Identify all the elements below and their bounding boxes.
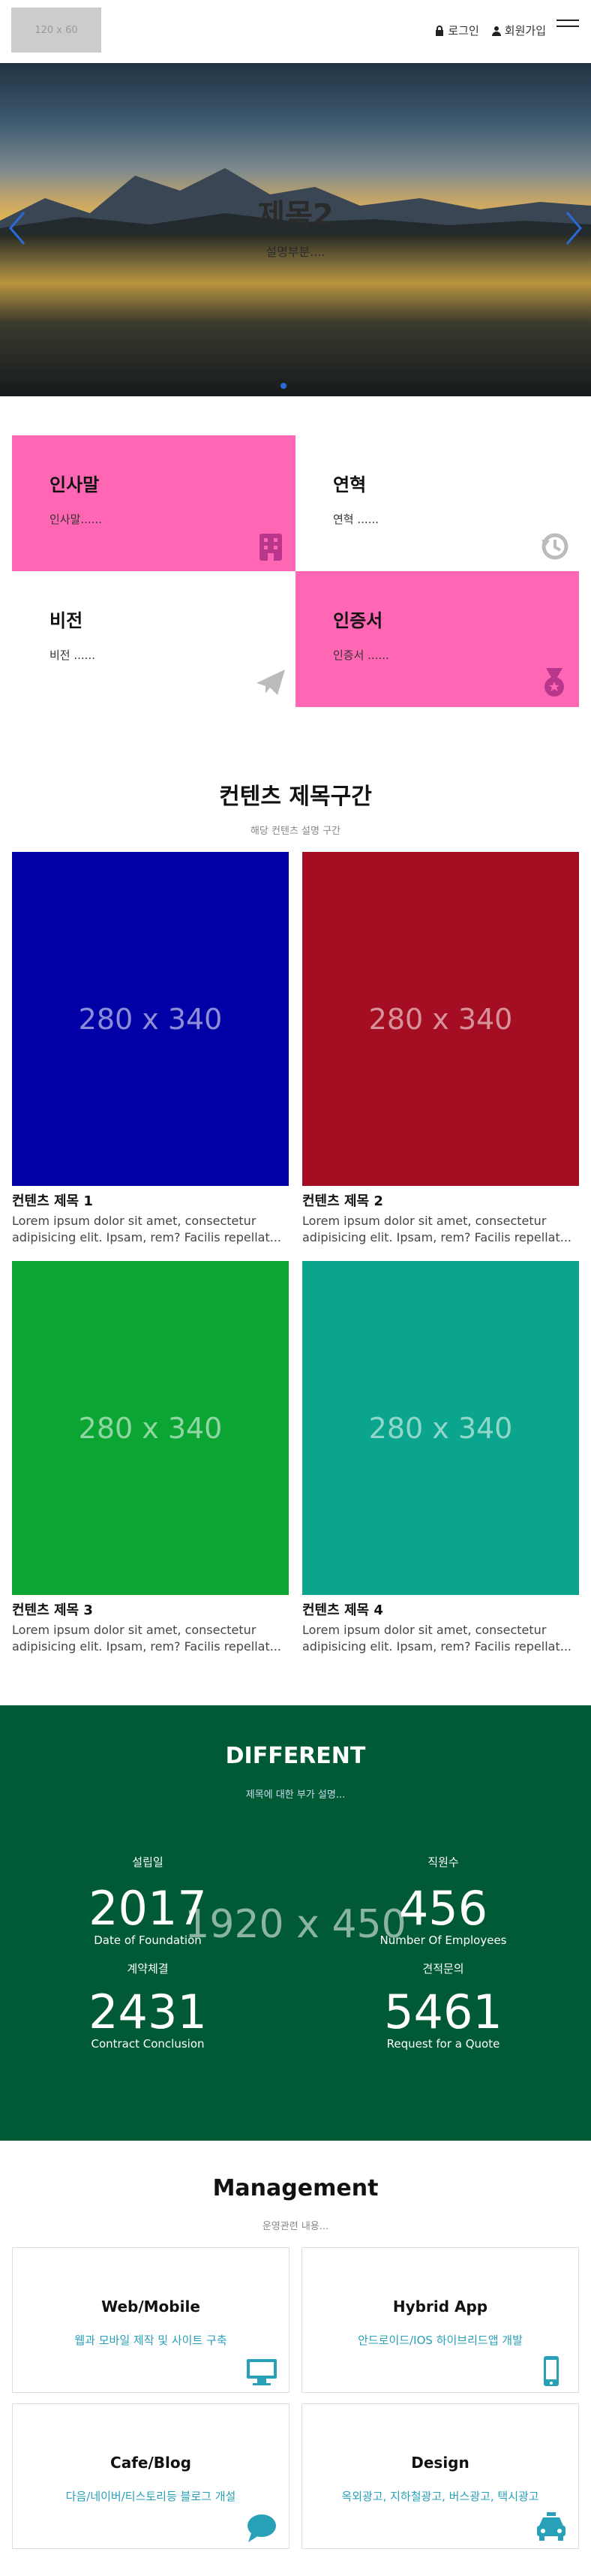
feature-desc: 연혁 ...... (333, 513, 379, 526)
service-title: Cafe/Blog (110, 2454, 191, 2472)
hero-subtitle: 설명부분.... (266, 245, 326, 259)
feature-desc: 비전 ...... (50, 649, 95, 662)
contents-title: 컨텐츠 제목구간 (219, 784, 372, 810)
stat-employees: 직원수 456 Number Of Employees (296, 1854, 591, 1948)
content-card-3[interactable]: 280 x 340 컨텐츠 제목 3 Lorem ipsum dolor sit… (12, 1261, 289, 1655)
stat-label: Number Of Employees (380, 1934, 507, 1947)
service-desc: 옥외광고, 지하철광고, 버스광고, 택시광고 (341, 2490, 539, 2503)
login-link[interactable]: 로그인 (434, 23, 479, 38)
history-icon (542, 533, 568, 560)
medal-icon (544, 668, 564, 697)
logo-placeholder[interactable]: 120 x 60 (11, 8, 101, 53)
feature-certificate[interactable]: 인증서 인증서 ...... (296, 571, 579, 707)
stat-number: 2017 (88, 1881, 207, 1936)
feature-vision[interactable]: 비전 비전 ...... (12, 571, 296, 707)
stat-number: 5461 (384, 1985, 502, 2039)
service-hybrid-app[interactable]: Hybrid App 안드로이드/IOS 하이브리드앱 개발 (302, 2247, 579, 2393)
stat-label: Request for a Quote (386, 2037, 500, 2051)
stat-quote: 견적문의 5461 Request for a Quote (296, 1961, 591, 2051)
feature-desc: 인사말...... (50, 513, 103, 526)
login-label: 로그인 (448, 24, 479, 38)
signup-link[interactable]: 회원가입 (491, 23, 546, 38)
different-title: DIFFERENT (225, 1743, 366, 1769)
card-image-placeholder: 280 x 340 (12, 852, 289, 1186)
feature-history[interactable]: 연혁 연혁 ...... (296, 435, 579, 571)
building-icon (260, 534, 282, 561)
card-text: Lorem ipsum dolor sit amet, consectetur … (302, 1214, 572, 1244)
slider-dot-active[interactable] (280, 383, 286, 389)
card-image-placeholder: 280 x 340 (302, 1261, 579, 1595)
contents-subtitle: 해당 컨텐츠 설명 구간 (250, 826, 341, 837)
hamburger-menu-icon[interactable] (556, 20, 579, 35)
card-title: 컨텐츠 제목 4 (302, 1602, 383, 1618)
stat-number: 456 (398, 1881, 488, 1936)
lock-icon (436, 25, 444, 36)
mobile-icon (544, 2356, 559, 2386)
stat-label: Contract Conclusion (91, 2037, 205, 2051)
card-title: 컨텐츠 제목 3 (12, 1602, 93, 1618)
feature-title: 연혁 (333, 474, 367, 495)
chevron-left-icon[interactable] (6, 209, 28, 247)
stat-number: 2431 (88, 1985, 207, 2039)
service-desc: 안드로이드/IOS 하이브리드앱 개발 (358, 2334, 523, 2347)
service-web-mobile[interactable]: Web/Mobile 웹과 모바일 제작 및 사이트 구축 (12, 2247, 290, 2393)
service-title: Design (411, 2454, 470, 2472)
chevron-right-icon[interactable] (562, 209, 585, 247)
management-title: Management (212, 2175, 379, 2201)
stat-foundation: 설립일 2017 Date of Foundation (0, 1854, 296, 1948)
card-text: Lorem ipsum dolor sit amet, consectetur … (12, 1214, 281, 1244)
stat-caption: 설립일 (132, 1855, 164, 1869)
stat-caption: 계약체결 (127, 1962, 169, 1976)
feature-grid: 인사말 인사말...... 연혁 연혁 ...... 비전 비전 ...... … (12, 435, 579, 707)
stat-caption: 직원수 (428, 1855, 459, 1869)
management-subtitle: 운영관련 내용... (262, 2221, 329, 2232)
taxi-icon (537, 2512, 566, 2541)
different-subtitle: 제목에 대한 부가 설명... (245, 1789, 346, 1801)
feature-title: 인사말 (50, 474, 100, 495)
feature-greeting[interactable]: 인사말 인사말...... (12, 435, 296, 571)
stat-caption: 견적문의 (422, 1962, 464, 1976)
top-nav: 로그인 회원가입 (434, 23, 546, 38)
service-design[interactable]: Design 옥외광고, 지하철광고, 버스광고, 택시광고 (302, 2403, 579, 2549)
different-section: 1920 x 450 DIFFERENT 제목에 대한 부가 설명... 설립일… (0, 1705, 591, 2141)
hero-title: 제목2 (257, 198, 334, 233)
stat-contract: 계약체결 2431 Contract Conclusion (0, 1961, 296, 2051)
desktop-icon (247, 2359, 277, 2385)
feature-desc: 인증서 ...... (333, 649, 389, 662)
card-image-placeholder: 280 x 340 (12, 1261, 289, 1595)
card-image-placeholder: 280 x 340 (302, 852, 579, 1186)
signup-label: 회원가입 (504, 24, 546, 38)
feature-title: 인증서 (333, 610, 383, 631)
hero-slider: 제목2 설명부분.... (0, 63, 591, 396)
card-text: Lorem ipsum dolor sit amet, consectetur … (12, 1623, 281, 1654)
service-title: Web/Mobile (101, 2298, 200, 2316)
content-card-2[interactable]: 280 x 340 컨텐츠 제목 2 Lorem ipsum dolor sit… (302, 852, 579, 1246)
stat-label: Date of Foundation (94, 1934, 202, 1947)
feature-title: 비전 (50, 610, 83, 631)
card-title: 컨텐츠 제목 2 (302, 1193, 383, 1209)
site-header: 120 x 60 로그인 회원가입 (0, 0, 591, 63)
paper-plane-icon (256, 670, 285, 695)
user-icon (491, 26, 501, 36)
content-card-4[interactable]: 280 x 340 컨텐츠 제목 4 Lorem ipsum dolor sit… (302, 1261, 579, 1655)
card-title: 컨텐츠 제목 1 (12, 1193, 93, 1209)
card-text: Lorem ipsum dolor sit amet, consectetur … (302, 1623, 572, 1654)
chat-icon (248, 2514, 276, 2542)
service-desc: 웹과 모바일 제작 및 사이트 구축 (74, 2334, 227, 2347)
service-cafe-blog[interactable]: Cafe/Blog 다음/네이버/티스토리등 블로그 개설 (12, 2403, 290, 2549)
content-card-1[interactable]: 280 x 340 컨텐츠 제목 1 Lorem ipsum dolor sit… (12, 852, 289, 1246)
service-desc: 다음/네이버/티스토리등 블로그 개설 (65, 2490, 236, 2503)
service-title: Hybrid App (392, 2298, 488, 2316)
